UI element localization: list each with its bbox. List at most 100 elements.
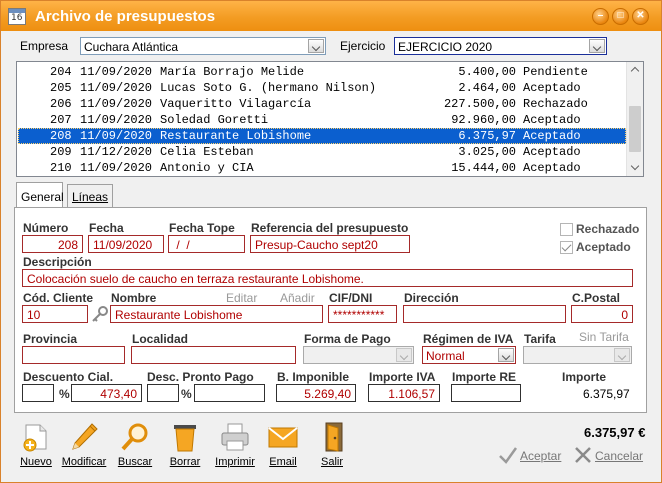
referencia-label: Referencia del presupuesto [251, 221, 409, 235]
tab-lineas[interactable]: Líneas [67, 184, 113, 208]
direccion-field[interactable] [403, 305, 566, 323]
cell-amount: 15.444,00 [451, 161, 516, 175]
chevron-down-icon[interactable] [589, 39, 605, 53]
salir-button[interactable]: Salir [309, 419, 355, 471]
scroll-thumb[interactable] [629, 106, 641, 152]
list-item[interactable]: 206 11/09/2020 Vaqueritto Vilagarcía 227.50… [18, 96, 626, 112]
cell-num: 209 [50, 145, 72, 159]
localidad-field[interactable] [131, 346, 296, 364]
maximize-button[interactable]: □ [612, 8, 629, 25]
chevron-down-icon[interactable] [498, 348, 514, 362]
minimize-button[interactable]: – [592, 8, 609, 25]
cell-date: 11/12/2020 [80, 145, 153, 159]
nuevo-button[interactable]: Nuevo [13, 419, 59, 471]
anadir-link[interactable]: Añadir [280, 291, 315, 305]
list-item[interactable]: 210 11/09/2020 Antonio y CIA 15.444,00 Acept… [18, 160, 626, 176]
email-button[interactable]: Email [260, 419, 306, 471]
referencia-field[interactable]: Presup-Caucho sept20 [250, 235, 410, 253]
cell-num: 210 [50, 161, 72, 175]
descuento-label: Descuento Cial. [23, 370, 114, 384]
cif-label: CIF/DNI [329, 291, 373, 305]
descuento-pct-field[interactable] [22, 384, 54, 402]
ejercicio-select[interactable]: EJERCICIO 2020 [394, 37, 607, 55]
fecha-tope-field[interactable]: / / [168, 235, 245, 253]
chevron-down-icon[interactable] [614, 348, 630, 362]
scroll-down-icon[interactable] [627, 160, 643, 176]
provincia-label: Provincia [23, 332, 78, 346]
descripcion-field[interactable]: Colocación suelo de caucho en terraza re… [22, 269, 633, 287]
tarifa-label: Tarifa [524, 332, 556, 346]
aceptado-label: Aceptado [576, 240, 631, 254]
magnifier-icon [121, 423, 148, 451]
checkmark-icon [499, 447, 518, 464]
nombre-label: Nombre [111, 291, 157, 305]
tab-general[interactable]: General [16, 182, 64, 209]
localidad-label: Localidad [132, 332, 189, 346]
cell-name: Antonio y CIA [160, 161, 254, 175]
cell-name: Lucas Soto G. (hermano Nilson) [160, 81, 377, 95]
fecha-field[interactable]: 11/09/2020 [88, 235, 164, 253]
chevron-down-icon[interactable] [308, 39, 324, 53]
modificar-button[interactable]: Modificar [61, 419, 107, 471]
tarifa-select[interactable] [523, 346, 632, 364]
cell-date: 11/09/2020 [80, 97, 153, 111]
cell-amount: 2.464,00 [458, 81, 516, 95]
nombre-field[interactable]: Restaurante Lobishome [110, 305, 323, 323]
empresa-label: Empresa [20, 39, 69, 53]
rechazado-checkbox[interactable] [560, 223, 573, 236]
list-item[interactable]: 207 11/09/2020 Soledad Goretti 92.960,00 Ace… [18, 112, 626, 128]
chevron-down-icon[interactable] [396, 348, 412, 362]
cpostal-field[interactable]: 0 [571, 305, 633, 323]
sin-tarifa-link[interactable]: Sin Tarifa [579, 330, 629, 344]
cell-num: 207 [50, 113, 72, 127]
cell-name: Soledad Goretti [160, 113, 269, 127]
importe-iva-label: Importe IVA [369, 370, 436, 384]
provincia-field[interactable] [22, 346, 125, 364]
rechazado-label: Rechazado [576, 222, 640, 236]
direccion-label: Dirección [404, 291, 459, 305]
cell-state: Aceptado [523, 161, 581, 175]
b-imponible-field[interactable]: 5.269,40 [276, 384, 356, 402]
regimen-select[interactable]: Normal [422, 346, 516, 364]
fecha-tope-label: Fecha Tope [169, 221, 235, 235]
empresa-select[interactable]: Cuchara Atlántica [80, 37, 326, 55]
percent-sign: % [59, 387, 70, 401]
cpostal-label: C.Postal [572, 291, 621, 305]
total-amount: 6.375,97 € [584, 425, 646, 440]
list-item[interactable]: 204 11/09/2020 María Borrajo Melide 5.400,0… [18, 64, 626, 80]
printer-icon [221, 423, 249, 451]
cell-name: Vaqueritto Vilagarcía [160, 97, 312, 111]
trash-bin-icon [174, 425, 196, 452]
presupuestos-list[interactable]: 204 11/09/2020 María Borrajo Melide 5.400,0… [16, 61, 644, 177]
scroll-up-icon[interactable] [627, 62, 643, 78]
importe-iva-field[interactable]: 1.106,57 [368, 384, 440, 402]
editar-link[interactable]: Editar [226, 291, 257, 305]
cell-state: Rechazado [523, 97, 588, 111]
cell-date: 11/09/2020 [80, 129, 153, 143]
vertical-scrollbar[interactable] [626, 62, 643, 176]
cell-state: Pendiente [523, 65, 588, 79]
aceptado-checkbox[interactable] [560, 241, 573, 254]
list-item[interactable]: 209 11/12/2020 Celia Esteban 3.025,00 Acepta… [18, 144, 626, 160]
forma-pago-label: Forma de Pago [304, 332, 391, 346]
pronto-pago-importe-field[interactable] [194, 384, 265, 402]
imprimir-button[interactable]: Imprimir [212, 419, 258, 471]
title-bar[interactable]: 16 Archivo de presupuestos – □ ✕ [1, 1, 661, 31]
forma-pago-select[interactable] [303, 346, 414, 364]
key-icon[interactable] [91, 305, 109, 323]
close-button[interactable]: ✕ [632, 8, 649, 25]
borrar-button[interactable]: Borrar [162, 419, 208, 471]
numero-field[interactable]: 208 [22, 235, 83, 253]
importe-re-field[interactable] [451, 384, 521, 402]
cif-field[interactable]: *********** [328, 305, 397, 323]
pronto-pago-pct-field[interactable] [147, 384, 179, 402]
descuento-importe-field[interactable]: 473,40 [71, 384, 142, 402]
cell-name: María Borrajo Melide [160, 65, 305, 79]
cell-amount: 5.400,00 [458, 65, 516, 79]
cod-cliente-field[interactable]: 10 [22, 305, 88, 323]
cell-amount: 227.500,00 [443, 97, 516, 111]
buscar-button[interactable]: Buscar [112, 419, 158, 471]
envelope-icon [268, 427, 298, 448]
list-item[interactable]: 208 11/09/2020 Restaurante Lobishome 6.375,… [18, 128, 626, 144]
list-item[interactable]: 205 11/09/2020 Lucas Soto G. (hermano Nils… [18, 80, 626, 96]
